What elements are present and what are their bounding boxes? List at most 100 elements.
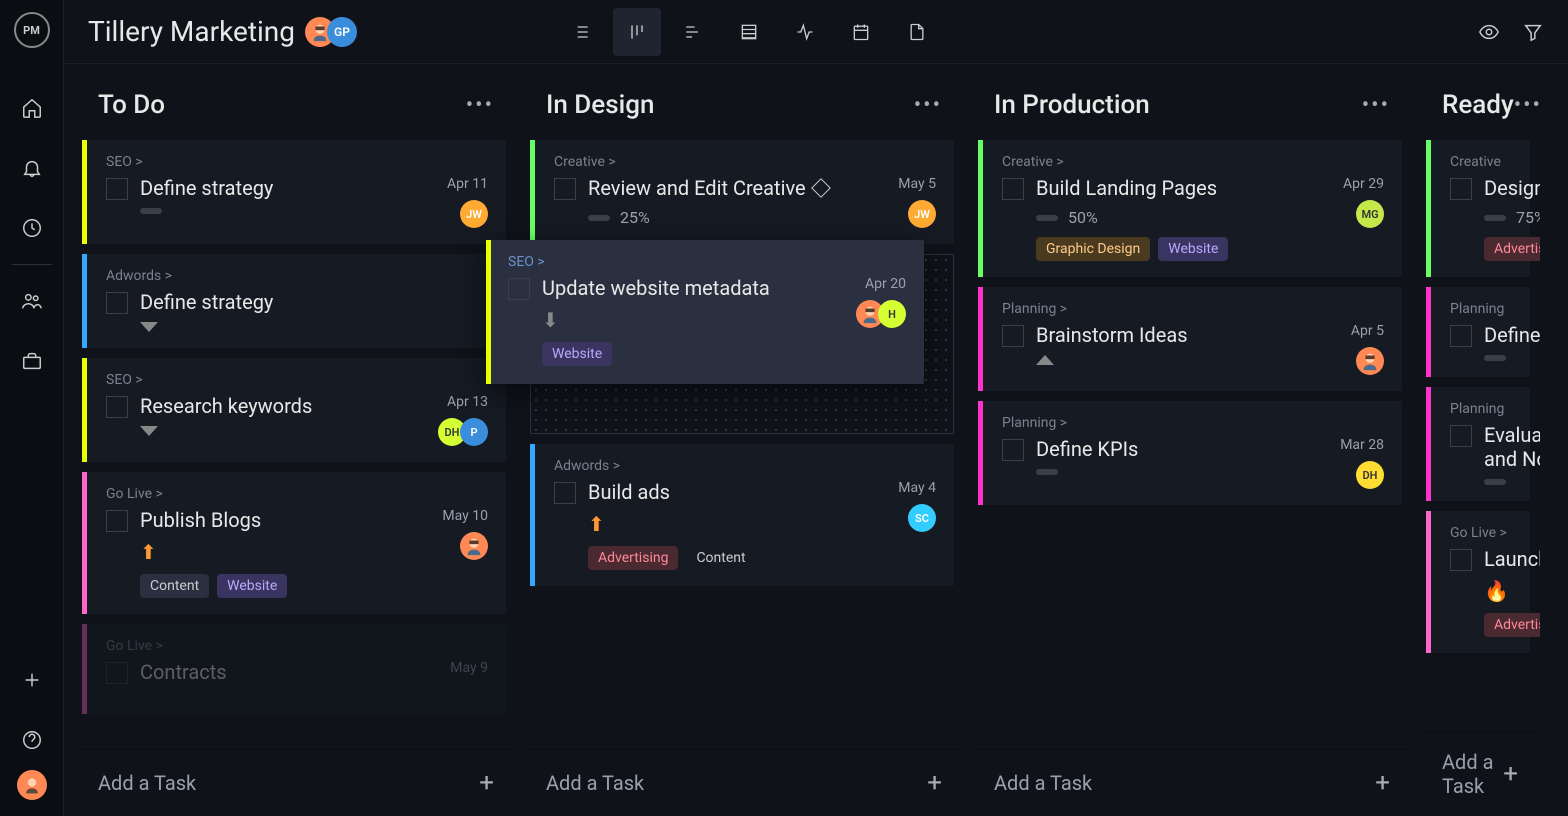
task-checkbox[interactable] [1002, 178, 1024, 200]
card-category[interactable]: Planning > [1002, 415, 1384, 431]
card-category[interactable]: Creative > [554, 154, 936, 170]
nav-projects[interactable] [0, 331, 64, 391]
user-avatar[interactable] [17, 770, 47, 800]
card-list: SEO > Define strategy Apr 11 JW Adwords … [76, 140, 516, 749]
card-category[interactable]: Adwords > [554, 458, 936, 474]
progress-bar [588, 215, 610, 221]
assignees[interactable]: JW [914, 200, 936, 228]
card-category[interactable]: Planning [1450, 401, 1512, 417]
task-checkbox[interactable] [1002, 325, 1024, 347]
assignees[interactable]: MG [1362, 200, 1384, 228]
visibility-icon[interactable] [1478, 21, 1500, 43]
tag[interactable]: Website [542, 342, 612, 366]
card-category[interactable]: SEO > [106, 154, 488, 170]
card-category[interactable]: Planning > [1002, 301, 1384, 317]
task-card[interactable]: Go Live > Publish Blogs ⬆ ContentWebsite… [82, 472, 506, 614]
card-category[interactable]: Creative [1450, 154, 1512, 170]
assignees[interactable]: SC [914, 504, 936, 532]
task-checkbox[interactable] [1450, 325, 1472, 347]
tag[interactable]: Content [140, 574, 209, 598]
task-checkbox[interactable] [106, 396, 128, 418]
task-checkbox[interactable] [1002, 439, 1024, 461]
task-card[interactable]: Creative > Review and Edit Creative 25% … [530, 140, 954, 244]
task-checkbox[interactable] [1450, 178, 1472, 200]
view-calendar[interactable] [837, 8, 885, 56]
filter-icon[interactable] [1522, 21, 1544, 43]
task-checkbox[interactable] [508, 278, 530, 300]
nav-add[interactable] [0, 650, 64, 710]
nav-home[interactable] [0, 78, 64, 138]
task-checkbox[interactable] [1450, 425, 1472, 447]
tag[interactable]: Advertis [1484, 613, 1540, 637]
task-card[interactable]: Planning > Define KPIs Mar 28 DH [978, 401, 1402, 505]
card-category[interactable]: Go Live > [106, 638, 488, 654]
card-category[interactable]: Planning [1450, 301, 1512, 317]
app-logo[interactable]: PM [14, 12, 50, 48]
task-card[interactable]: Planning > Brainstorm Ideas Apr 5 [978, 287, 1402, 391]
task-card[interactable]: Creative Design 75% Advertis [1426, 140, 1530, 277]
nav-people[interactable] [0, 271, 64, 331]
task-checkbox[interactable] [106, 510, 128, 532]
assignees[interactable]: JW [466, 200, 488, 228]
column-menu[interactable]: ••• [1514, 93, 1540, 118]
card-list: Creative > Review and Edit Creative 25% … [524, 140, 964, 749]
task-checkbox[interactable] [554, 482, 576, 504]
column-menu[interactable]: ••• [914, 93, 942, 118]
calendar-icon [851, 22, 871, 42]
card-category[interactable]: Go Live > [106, 486, 488, 502]
tag[interactable]: Advertis [1484, 237, 1540, 261]
project-title: Tillery Marketing [88, 15, 295, 48]
assignees[interactable]: DH [1362, 461, 1384, 489]
card-category[interactable]: SEO > [508, 254, 906, 270]
task-title: Design [1484, 176, 1540, 200]
nav-notifications[interactable] [0, 138, 64, 198]
task-checkbox[interactable] [106, 178, 128, 200]
assignees[interactable] [1362, 347, 1384, 375]
add-task-button[interactable]: Add a Task + [1420, 731, 1540, 816]
task-card[interactable]: Adwords > Define strategy [82, 254, 506, 348]
task-checkbox[interactable] [554, 178, 576, 200]
task-title: Review and Edit Creative [588, 176, 886, 200]
assignees[interactable]: H [862, 300, 906, 328]
nav-recent[interactable] [0, 198, 64, 258]
nav-help[interactable] [0, 710, 64, 770]
task-card[interactable]: Planning Define [1426, 287, 1530, 377]
task-card[interactable]: Go Live > Launch 🔥 Advertis [1426, 511, 1530, 653]
tag[interactable]: Content [686, 546, 755, 570]
view-gantt[interactable] [669, 8, 717, 56]
task-checkbox[interactable] [106, 662, 128, 684]
column-menu[interactable]: ••• [1362, 93, 1390, 118]
tag[interactable]: Website [217, 574, 287, 598]
view-file[interactable] [893, 8, 941, 56]
dragging-card[interactable]: SEO > Update website metadata ⬇ Website … [486, 240, 924, 384]
card-category[interactable]: Creative > [1002, 154, 1384, 170]
task-card[interactable]: Creative > Build Landing Pages 50% Graph… [978, 140, 1402, 277]
view-board[interactable] [613, 8, 661, 56]
task-card[interactable]: Planning Evaluate and No [1426, 387, 1530, 501]
assignees[interactable] [466, 532, 488, 560]
tag[interactable]: Website [1158, 237, 1228, 261]
view-activity[interactable] [781, 8, 829, 56]
collapse-icon[interactable] [140, 322, 158, 332]
view-list[interactable] [557, 8, 605, 56]
card-category[interactable]: SEO > [106, 372, 488, 388]
task-card[interactable]: SEO > Define strategy Apr 11 JW [82, 140, 506, 244]
task-card[interactable]: Go Live > Contracts May 9 [82, 624, 506, 714]
card-category[interactable]: Go Live > [1450, 525, 1512, 541]
view-sheet[interactable] [725, 8, 773, 56]
task-card[interactable]: Adwords > Build ads ⬆ AdvertisingContent… [530, 444, 954, 586]
card-category[interactable]: Adwords > [106, 268, 488, 284]
add-task-button[interactable]: Add a Task + [524, 749, 964, 816]
tag[interactable]: Advertising [588, 546, 678, 570]
expand-icon[interactable] [1036, 355, 1054, 365]
task-checkbox[interactable] [106, 292, 128, 314]
tag[interactable]: Graphic Design [1036, 237, 1150, 261]
column-menu[interactable]: ••• [466, 93, 494, 118]
task-card[interactable]: SEO > Research keywords Apr 13 DHP [82, 358, 506, 462]
add-task-button[interactable]: Add a Task + [972, 749, 1412, 816]
project-members[interactable]: GP [313, 17, 357, 47]
add-task-button[interactable]: Add a Task + [76, 749, 516, 816]
task-checkbox[interactable] [1450, 549, 1472, 571]
assignees[interactable]: DHP [444, 418, 488, 446]
collapse-icon[interactable] [140, 426, 158, 436]
